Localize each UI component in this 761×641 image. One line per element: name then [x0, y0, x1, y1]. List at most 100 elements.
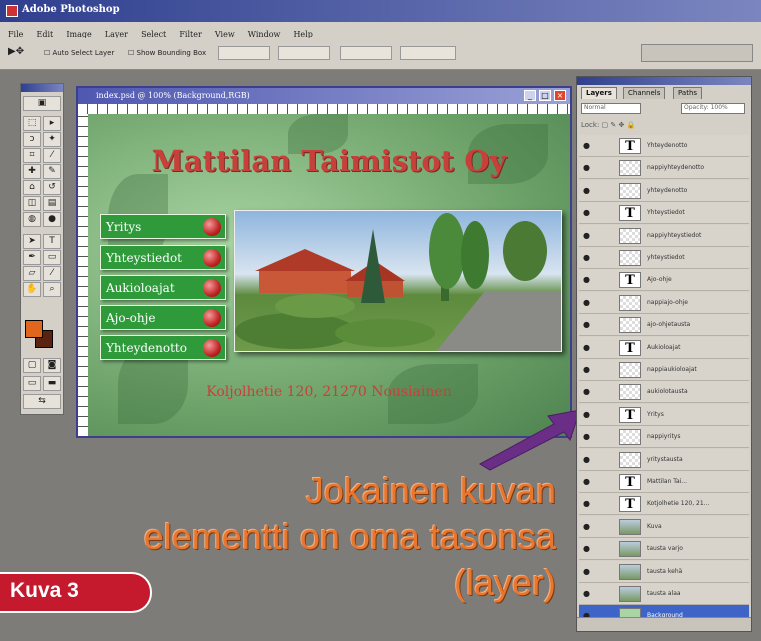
distribute-spacing-buttons[interactable]: [400, 46, 456, 60]
eye-visibility-icon[interactable]: ●: [583, 589, 590, 598]
layers-panel-header[interactable]: [577, 77, 751, 85]
shape-tool-icon[interactable]: ▭: [43, 250, 61, 265]
foreground-color-swatch[interactable]: [25, 320, 43, 338]
layer-row[interactable]: ● yhteystiedot: [579, 247, 749, 269]
distribute-buttons[interactable]: [278, 46, 330, 60]
layer-thumbnail: [619, 250, 641, 266]
eraser-tool-icon[interactable]: ◫: [23, 196, 41, 211]
maximize-button[interactable]: □: [539, 90, 551, 101]
crop-tool-icon[interactable]: ⌗: [23, 148, 41, 163]
minimize-button[interactable]: _: [524, 90, 536, 101]
nav-button-yhteystiedot[interactable]: Yhteystiedot: [100, 245, 226, 270]
nav-button-aukioloajat[interactable]: Aukioloajat: [100, 275, 226, 300]
layer-row[interactable]: ● yhteydenotto: [579, 179, 749, 202]
tab-paths[interactable]: Paths: [673, 87, 703, 99]
slice-tool-icon[interactable]: ⁄: [43, 148, 61, 163]
zoom-tool-icon[interactable]: ⌕: [43, 282, 61, 297]
nav-button-ajo-ohje[interactable]: Ajo-ohje: [100, 305, 226, 330]
eye-visibility-icon[interactable]: ●: [583, 208, 590, 217]
opacity-field[interactable]: Opacity: 100%: [681, 103, 745, 114]
fullscreen-mode-icon[interactable]: ▬: [43, 376, 61, 391]
history-brush-icon[interactable]: ↺: [43, 180, 61, 195]
move-icon[interactable]: ▸: [43, 116, 61, 131]
eye-visibility-icon[interactable]: ●: [583, 186, 590, 195]
type-tool-icon[interactable]: T: [43, 234, 61, 249]
path-selection-icon[interactable]: ➤: [23, 234, 41, 249]
layer-row[interactable]: ● T Yhteydenotto: [579, 135, 749, 157]
photoshop-toolbox-logo-icon[interactable]: ▣: [23, 96, 61, 111]
layer-row[interactable]: ● nappiyritys: [579, 426, 749, 449]
eye-visibility-icon[interactable]: ●: [583, 455, 590, 464]
eye-visibility-icon[interactable]: ●: [583, 387, 590, 396]
layer-row[interactable]: ● T Aukioloajat: [579, 336, 749, 359]
eye-visibility-icon[interactable]: ●: [583, 410, 590, 419]
tab-channels[interactable]: Channels: [623, 87, 666, 99]
document-canvas[interactable]: Mattilan Taimistot Oy Yritys Yhteystiedo…: [88, 114, 570, 436]
options-bar: ▶✥ ☐ Auto Select Layer ☐ Show Bounding B…: [0, 38, 761, 70]
layer-row[interactable]: ● T Yritys: [579, 403, 749, 426]
eye-visibility-icon[interactable]: ●: [583, 567, 590, 576]
eye-visibility-icon[interactable]: ●: [583, 275, 590, 284]
layer-name: yritystausta: [647, 455, 683, 463]
bounding-box-checkbox[interactable]: ☐ Show Bounding Box: [128, 49, 206, 57]
layer-row[interactable]: ● nappiyhteystiedot: [579, 224, 749, 247]
layer-row[interactable]: ● T Kotjolhetie 120, 21...: [579, 493, 749, 516]
distribute-horizontal-buttons[interactable]: [340, 46, 392, 60]
eye-visibility-icon[interactable]: ●: [583, 365, 590, 374]
layer-row[interactable]: ● yritystausta: [579, 448, 749, 471]
eye-visibility-icon[interactable]: ●: [583, 141, 590, 150]
screen-mode-icon[interactable]: ▭: [23, 376, 41, 391]
layer-row[interactable]: ● tausta alaa: [579, 583, 749, 605]
eye-visibility-icon[interactable]: ●: [583, 343, 590, 352]
eye-visibility-icon[interactable]: ●: [583, 320, 590, 329]
move-tool-icon[interactable]: ▶✥: [8, 46, 24, 57]
blur-tool-icon[interactable]: ◍: [23, 212, 41, 227]
blend-mode-select[interactable]: Normal: [581, 103, 641, 114]
layer-row[interactable]: ● aukiolotausta: [579, 381, 749, 404]
document-titlebar[interactable]: index.psd @ 100% (Background,RGB) _ □ ×: [78, 88, 570, 104]
brush-tool-icon[interactable]: ✎: [43, 164, 61, 179]
layer-row[interactable]: ● nappiaukioloajat: [579, 359, 749, 381]
standard-mode-icon[interactable]: ▢: [23, 358, 41, 373]
layer-row[interactable]: ● ajo-ohjetausta: [579, 314, 749, 337]
align-buttons[interactable]: [218, 46, 270, 60]
clone-stamp-icon[interactable]: ⌂: [23, 180, 41, 195]
eye-visibility-icon[interactable]: ●: [583, 522, 590, 531]
layer-row[interactable]: ● tausta kehä: [579, 560, 749, 583]
eyedropper-icon[interactable]: ⁄: [43, 266, 61, 281]
layer-row[interactable]: ● nappiajo-ohje: [579, 291, 749, 314]
close-button[interactable]: ×: [554, 90, 566, 101]
gradient-tool-icon[interactable]: ▤: [43, 196, 61, 211]
healing-brush-icon[interactable]: ✚: [23, 164, 41, 179]
eye-visibility-icon[interactable]: ●: [583, 477, 590, 486]
layer-row[interactable]: ● T Mattilan Tai...: [579, 471, 749, 493]
dodge-tool-icon[interactable]: ●: [43, 212, 61, 227]
jump-to-imageready-icon[interactable]: ⇆: [23, 394, 61, 409]
layers-bottom-toolbar[interactable]: [577, 617, 751, 631]
layer-row[interactable]: ● tausta varjo: [579, 538, 749, 561]
nav-button-yritys[interactable]: Yritys: [100, 214, 226, 239]
lasso-tool-icon[interactable]: ↄ: [23, 132, 41, 147]
marquee-tool-icon[interactable]: ⬚: [23, 116, 41, 131]
toolbox-header[interactable]: [21, 84, 63, 92]
eye-visibility-icon[interactable]: ●: [583, 163, 590, 172]
magic-wand-icon[interactable]: ✦: [43, 132, 61, 147]
layer-row[interactable]: ● nappiyhteydenotto: [579, 157, 749, 180]
eye-visibility-icon[interactable]: ●: [583, 298, 590, 307]
notes-tool-icon[interactable]: ▱: [23, 266, 41, 281]
eye-visibility-icon[interactable]: ●: [583, 253, 590, 262]
layer-row[interactable]: ● T Ajo-ohje: [579, 269, 749, 292]
layer-row[interactable]: ● T Yhteystiedot: [579, 202, 749, 225]
tab-layers[interactable]: Layers: [581, 87, 617, 99]
hand-tool-icon[interactable]: ✋: [23, 282, 41, 297]
eye-visibility-icon[interactable]: ●: [583, 432, 590, 441]
palette-well[interactable]: [641, 44, 753, 62]
eye-visibility-icon[interactable]: ●: [583, 231, 590, 240]
pen-tool-icon[interactable]: ✒: [23, 250, 41, 265]
eye-visibility-icon[interactable]: ●: [583, 544, 590, 553]
eye-visibility-icon[interactable]: ●: [583, 499, 590, 508]
quick-mask-icon[interactable]: ◙: [43, 358, 61, 373]
nav-button-yhteydenotto[interactable]: Yhteydenotto: [100, 335, 226, 360]
auto-select-checkbox[interactable]: ☐ Auto Select Layer: [44, 49, 114, 57]
layer-row[interactable]: ● Kuva: [579, 515, 749, 538]
